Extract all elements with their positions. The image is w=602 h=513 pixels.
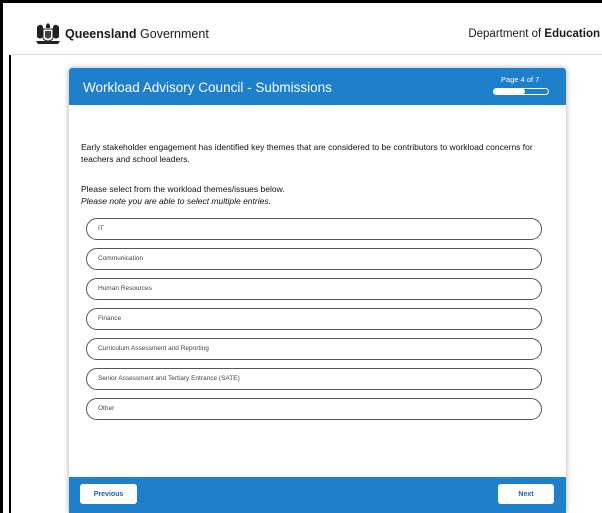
option-label: Curriculum Assessment and Reporting [98,345,209,352]
option-sate[interactable]: Senior Assessment and Tertiary Entrance … [86,368,542,390]
next-button[interactable]: Next [498,484,554,504]
option-label: Senior Assessment and Tertiary Entrance … [98,375,240,382]
option-it[interactable]: IT [86,218,542,240]
option-label: Finance [98,315,122,322]
survey-header: Workload Advisory Council - Submissions … [69,68,566,105]
option-communication[interactable]: Communication [86,248,542,270]
option-other[interactable]: Other [86,398,542,420]
page-indicator: Page 4 of 7 [501,75,540,84]
theme-options-list: IT Communication Human Resources Finance… [86,218,542,428]
brand-name: Queensland Government [65,28,209,41]
option-finance[interactable]: Finance [86,308,542,330]
window-frame-inner-left [9,55,11,513]
window-frame-left [0,0,3,513]
intro-text: Early stakeholder engagement has identif… [81,142,533,164]
option-human-resources[interactable]: Human Resources [86,278,542,300]
option-label: IT [98,225,104,232]
department-name: Department of Education [468,28,600,40]
progress-bar [493,88,549,95]
window-frame-top [0,0,602,3]
multi-select-note: Please note you are able to select multi… [81,196,271,206]
progress-bar-fill [494,89,525,94]
survey-title: Workload Advisory Council - Submissions [83,80,332,95]
previous-button[interactable]: Previous [80,484,137,504]
brand-logo[interactable]: Queensland Government [34,23,209,45]
brand-name-bold: Queensland [65,26,137,41]
department-prefix: Department of [468,28,545,40]
option-label: Communication [98,255,144,262]
option-label: Human Resources [98,285,152,292]
instruction-text: Please select from the workload themes/i… [81,184,285,194]
site-header: Queensland Government Department of Educ… [12,14,602,55]
survey-card: Workload Advisory Council - Submissions … [69,68,566,513]
brand-name-regular: Government [136,26,209,41]
department-bold: Education [544,28,600,40]
queensland-crest-icon [36,23,60,44]
survey-footer: Previous Next [69,477,566,513]
option-curriculum-assessment-reporting[interactable]: Curriculum Assessment and Reporting [86,338,542,360]
option-label: Other [98,405,115,412]
